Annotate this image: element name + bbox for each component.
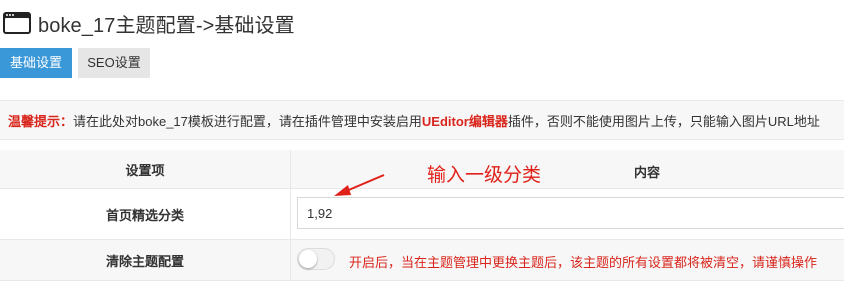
table-row: 首页精选分类 bbox=[0, 189, 844, 240]
featured-category-input[interactable] bbox=[297, 197, 844, 229]
annotation-text: 输入一级分类 bbox=[427, 165, 542, 186]
toggle-knob bbox=[299, 250, 317, 268]
notice-text-before: 请在此处对boke_17模板进行配置，请在插件管理中安装启用 bbox=[73, 113, 422, 129]
tab-seo-settings[interactable]: SEO设置 bbox=[78, 48, 150, 78]
browser-window-icon bbox=[2, 11, 32, 35]
clear-config-hint: 开启后，当在主题管理中更换主题后，该主题的所有设置都将被清空，请谨慎操作 bbox=[349, 255, 818, 270]
page-header: boke_17主题配置->基础设置 bbox=[0, 6, 295, 40]
notice-label: 温馨提示： bbox=[8, 113, 74, 129]
table-header: 设置项 内容 bbox=[0, 150, 844, 189]
annotation-arrow-icon bbox=[334, 174, 385, 196]
row-label-featured-category: 首页精选分类 bbox=[0, 189, 291, 239]
notice-text-after: 插件，否则不能使用图片上传，只能输入图片URL地址 bbox=[507, 113, 820, 129]
header-settings-item: 设置项 bbox=[0, 150, 291, 188]
table-row: 清除主题配置 开启后，当在主题管理中更换主题后，该主题的所有设置都将被清空，请谨… bbox=[0, 240, 844, 281]
page-title: boke_17主题配置->基础设置 bbox=[38, 14, 295, 37]
notice-bar: 温馨提示： 请在此处对boke_17模板进行配置，请在插件管理中安装启用 UEd… bbox=[0, 100, 844, 140]
clear-config-toggle[interactable] bbox=[297, 248, 335, 270]
notice-highlight: UEditor编辑器 bbox=[421, 113, 508, 129]
row-label-clear-theme-config: 清除主题配置 bbox=[0, 240, 291, 280]
header-content: 内容 bbox=[634, 165, 661, 180]
tab-bar: 基础设置 SEO设置 bbox=[0, 48, 150, 78]
tab-basic-settings[interactable]: 基础设置 bbox=[0, 48, 72, 78]
